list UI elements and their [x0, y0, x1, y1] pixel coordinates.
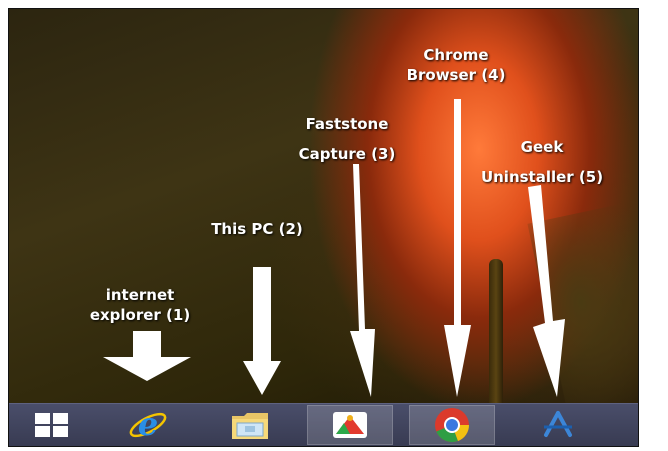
arrow-1 — [103, 331, 191, 381]
file-explorer-folder-icon — [232, 413, 268, 439]
taskbar-chrome[interactable] — [409, 405, 495, 445]
desktop-screenshot: internet explorer (1) This PC (2) Fastst… — [8, 8, 639, 447]
arrow-3 — [350, 164, 375, 397]
internet-explorer-icon: e — [129, 407, 167, 443]
taskbar-geek-uninstaller[interactable] — [515, 405, 601, 445]
start-button[interactable] — [17, 405, 87, 445]
svg-text:e: e — [138, 407, 158, 443]
taskbar-this-pc[interactable] — [207, 405, 293, 445]
arrow-2 — [243, 267, 281, 395]
faststone-capture-icon — [333, 412, 367, 438]
taskbar-internet-explorer[interactable]: e — [105, 405, 191, 445]
geek-uninstaller-icon — [544, 411, 572, 437]
taskbar: e — [9, 403, 638, 446]
annotation-arrows — [103, 99, 565, 397]
arrow-5 — [528, 185, 565, 397]
chrome-icon — [435, 408, 470, 443]
taskbar-faststone-capture[interactable] — [307, 405, 393, 445]
windows-start-icon — [35, 413, 68, 437]
arrow-4 — [444, 99, 471, 397]
